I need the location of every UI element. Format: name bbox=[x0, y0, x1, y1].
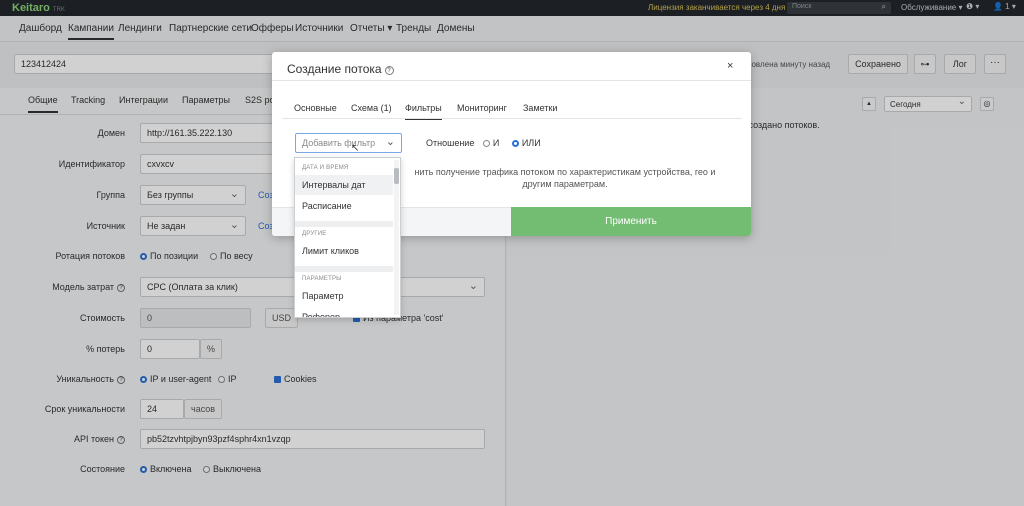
dropdown-scrollbar[interactable] bbox=[394, 160, 399, 315]
filter-date-intervals[interactable]: Интервалы дат bbox=[295, 175, 393, 195]
tab-monitoring[interactable]: Мониторинг bbox=[457, 103, 507, 113]
close-icon[interactable]: × bbox=[727, 60, 733, 72]
filter-click-limit[interactable]: Лимит кликов bbox=[295, 241, 393, 261]
relation-label: Отношение bbox=[426, 138, 475, 148]
group-other: ДРУГИЕ bbox=[302, 231, 327, 237]
add-filter-select[interactable]: Добавить фильтр bbox=[295, 133, 402, 153]
help-icon: ? bbox=[384, 66, 394, 75]
group-date-time: ДАТА И ВРЕМЯ bbox=[302, 165, 349, 171]
tab-notes[interactable]: Заметки bbox=[523, 103, 557, 113]
modal-divider bbox=[272, 80, 751, 81]
filters-hint: нить получение трафика потоком по характ… bbox=[414, 167, 716, 189]
group-parameters: ПАРАМЕТРЫ bbox=[302, 276, 342, 282]
filter-schedule[interactable]: Расписание bbox=[295, 196, 393, 216]
apply-button[interactable]: Применить bbox=[511, 207, 751, 236]
modal-title: Создание потока? bbox=[287, 62, 394, 76]
filter-referer[interactable]: Реферер bbox=[295, 307, 393, 317]
relation-and-radio[interactable]: И bbox=[482, 138, 499, 148]
dropdown-separator bbox=[295, 221, 393, 227]
filter-parameter[interactable]: Параметр bbox=[295, 286, 393, 306]
tab-basic[interactable]: Основные bbox=[294, 103, 337, 113]
relation-group: Отношение И ИЛИ bbox=[426, 138, 541, 148]
dropdown-separator bbox=[295, 266, 393, 272]
mouse-cursor-icon: ↖ bbox=[351, 143, 360, 154]
tab-scheme[interactable]: Схема (1) bbox=[351, 103, 392, 113]
filter-dropdown[interactable]: ДАТА И ВРЕМЯ Интервалы дат Расписание ДР… bbox=[294, 157, 401, 318]
scrollbar-thumb[interactable] bbox=[394, 168, 399, 184]
modal-tabs-divider bbox=[282, 118, 742, 119]
relation-or-radio[interactable]: ИЛИ bbox=[511, 138, 541, 148]
